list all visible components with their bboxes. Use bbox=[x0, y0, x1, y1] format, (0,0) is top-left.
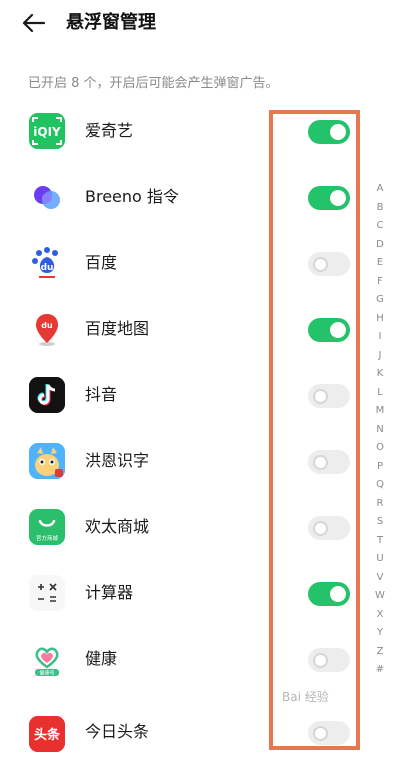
index-letter[interactable]: S bbox=[372, 513, 388, 532]
index-letter[interactable]: Q bbox=[372, 476, 388, 495]
index-letter[interactable]: M bbox=[372, 402, 388, 421]
app-name: 洪恩识字 bbox=[85, 451, 150, 470]
list-item-iqiyi: iQIY 爱奇艺 bbox=[0, 98, 400, 164]
index-letter[interactable]: R bbox=[372, 495, 388, 514]
index-letter[interactable]: Y bbox=[372, 624, 388, 643]
list-item-heytap-mall: 官方商城 欢太商城 bbox=[0, 494, 400, 560]
baidu-map-icon: du bbox=[29, 311, 65, 347]
app-name: 百度地图 bbox=[85, 319, 150, 338]
index-letter[interactable]: N bbox=[372, 421, 388, 440]
toggle-baidu-map[interactable] bbox=[308, 318, 350, 342]
toggle-toutiao[interactable] bbox=[308, 721, 350, 745]
health-icon: 健康号 bbox=[29, 641, 65, 677]
index-letter[interactable]: G bbox=[372, 291, 388, 310]
index-letter[interactable]: D bbox=[372, 236, 388, 255]
iqiyi-icon: iQIY bbox=[29, 113, 65, 149]
douyin-icon bbox=[29, 377, 65, 413]
toggle-knob bbox=[313, 256, 328, 272]
toggle-knob bbox=[313, 725, 328, 741]
list-item-baidu-map: du 百度地图 bbox=[0, 296, 400, 362]
arrow-left-icon bbox=[22, 13, 46, 33]
index-letter[interactable]: X bbox=[372, 606, 388, 625]
list-item-baidu: du 百度 bbox=[0, 230, 400, 296]
index-letter[interactable]: I bbox=[372, 328, 388, 347]
iqiyi-icon-text: iQIY bbox=[33, 125, 61, 139]
index-letter[interactable]: F bbox=[372, 273, 388, 292]
baidu-map-icon-text: du bbox=[41, 321, 53, 330]
index-letter[interactable]: P bbox=[372, 458, 388, 477]
index-letter[interactable]: B bbox=[372, 199, 388, 218]
toggle-douyin[interactable] bbox=[308, 384, 350, 408]
index-letter[interactable]: H bbox=[372, 310, 388, 329]
baidu-icon-text: du bbox=[41, 263, 54, 273]
toggle-hongen[interactable] bbox=[308, 450, 350, 474]
index-letter[interactable]: W bbox=[372, 587, 388, 606]
index-letter[interactable]: J bbox=[372, 347, 388, 366]
list-item-toutiao: 头条 今日头条 bbox=[0, 692, 400, 758]
list-item-hongen: 洪恩识字 bbox=[0, 428, 400, 494]
breeno-icon bbox=[29, 179, 65, 215]
toggle-knob bbox=[330, 124, 346, 140]
index-letter[interactable]: K bbox=[372, 365, 388, 384]
heytap-mall-icon-text: 官方商城 bbox=[36, 534, 59, 542]
calculator-icon bbox=[29, 575, 65, 611]
app-name: 百度 bbox=[85, 253, 118, 272]
header-bar: 悬浮窗管理 bbox=[0, 0, 400, 50]
alphabet-index[interactable]: A B C D E F G H I J K L M N O P Q R S T … bbox=[372, 180, 388, 680]
app-name: 爱奇艺 bbox=[85, 121, 134, 140]
app-name: 抖音 bbox=[85, 385, 118, 404]
toggle-knob bbox=[330, 586, 346, 602]
app-name: 健康 bbox=[85, 649, 118, 668]
app-name: 欢太商城 bbox=[85, 517, 150, 536]
toggle-heytap-mall[interactable] bbox=[308, 516, 350, 540]
hongen-icon bbox=[29, 443, 65, 479]
toggle-baidu[interactable] bbox=[308, 252, 350, 276]
index-letter[interactable]: Z bbox=[372, 643, 388, 662]
baidu-icon: du bbox=[29, 245, 65, 281]
watermark: Bai 经验 bbox=[282, 690, 329, 704]
toggle-iqiyi[interactable] bbox=[308, 120, 350, 144]
index-letter[interactable]: E bbox=[372, 254, 388, 273]
toggle-knob bbox=[313, 652, 328, 668]
toutiao-icon-text: 头条 bbox=[34, 727, 61, 743]
list-item-breeno: Breeno 指令 bbox=[0, 164, 400, 230]
app-name: 今日头条 bbox=[85, 722, 150, 741]
app-name: 计算器 bbox=[85, 583, 134, 602]
toggle-knob bbox=[313, 454, 328, 470]
back-button[interactable] bbox=[20, 10, 50, 36]
index-letter[interactable]: # bbox=[372, 661, 388, 680]
toggle-knob bbox=[330, 190, 346, 206]
page-title: 悬浮窗管理 bbox=[66, 12, 156, 33]
toggle-breeno[interactable] bbox=[308, 186, 350, 210]
index-letter[interactable]: C bbox=[372, 217, 388, 236]
toggle-knob bbox=[330, 322, 346, 338]
index-letter[interactable]: O bbox=[372, 439, 388, 458]
list-item-calculator: 计算器 bbox=[0, 560, 400, 626]
toggle-health[interactable] bbox=[308, 648, 350, 672]
index-letter[interactable]: A bbox=[372, 180, 388, 199]
index-letter[interactable]: L bbox=[372, 384, 388, 403]
health-icon-text: 健康号 bbox=[39, 670, 54, 677]
toggle-calculator[interactable] bbox=[308, 582, 350, 606]
index-letter[interactable]: T bbox=[372, 532, 388, 551]
index-letter[interactable]: U bbox=[372, 550, 388, 569]
list-item-douyin: 抖音 bbox=[0, 362, 400, 428]
heytap-mall-icon: 官方商城 bbox=[29, 509, 65, 545]
list-item-health: 健康号 健康 bbox=[0, 626, 400, 692]
toggle-knob bbox=[313, 388, 328, 404]
toutiao-icon: 头条 bbox=[29, 716, 65, 752]
index-letter[interactable]: V bbox=[372, 569, 388, 588]
enabled-count-notice: 已开启 8 个，开启后可能会产生弹窗广告。 bbox=[28, 76, 279, 91]
app-name: Breeno 指令 bbox=[85, 187, 179, 206]
toggle-knob bbox=[313, 520, 328, 536]
